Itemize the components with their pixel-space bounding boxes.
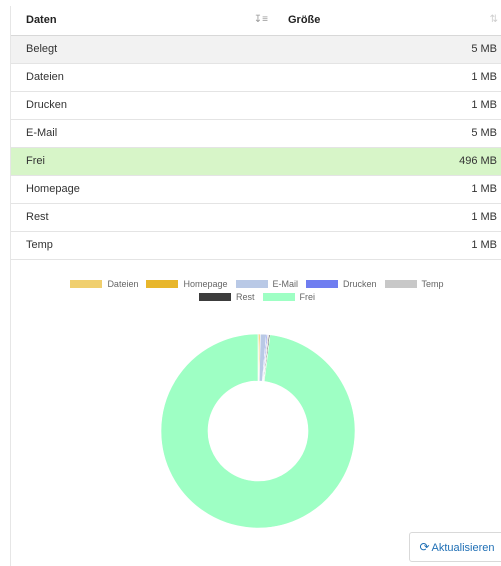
legend-label: Dateien — [107, 279, 139, 289]
row-name: Belegt — [11, 35, 273, 64]
legend-item[interactable]: Temp — [384, 278, 444, 291]
row-size: 1 MB — [273, 175, 501, 204]
legend-label: Homepage — [183, 279, 228, 289]
column-header-name[interactable]: Daten ↧≡ — [11, 6, 273, 36]
legend-label: Rest — [235, 292, 255, 302]
row-name: Temp — [11, 231, 273, 260]
table-row[interactable]: Frei 496 MB — [11, 147, 501, 176]
table-row[interactable]: Belegt 5 MB — [11, 35, 501, 64]
chart-legend: Dateien Homepage E-Mail Drucken Temp Rest Frei — [37, 278, 477, 304]
row-size: 1 MB — [273, 91, 501, 120]
storage-chart: Dateien Homepage E-Mail Drucken Temp Rest Frei — [11, 278, 501, 563]
legend-label: Temp — [421, 279, 444, 289]
legend-item[interactable]: Frei — [262, 291, 316, 304]
row-name: Rest — [11, 203, 273, 232]
legend-swatch — [235, 280, 268, 288]
refresh-button-label: Aktualisieren — [431, 542, 495, 554]
row-name: Drucken — [11, 91, 273, 120]
column-header-name-label: Daten — [26, 14, 57, 27]
table-row[interactable]: Homepage 1 MB — [11, 175, 501, 204]
row-name: Dateien — [11, 63, 273, 92]
sort-icon[interactable]: ⇅ — [490, 14, 498, 25]
legend-item[interactable]: Dateien — [70, 278, 138, 291]
legend-label: Frei — [299, 292, 316, 302]
row-size: 5 MB — [273, 35, 501, 64]
row-name: E-Mail — [11, 119, 273, 148]
donut-slice-frei[interactable] — [161, 333, 355, 529]
row-size: 5 MB — [273, 119, 501, 148]
legend-swatch — [70, 280, 103, 288]
row-name: Frei — [11, 147, 273, 176]
table-row[interactable]: Rest 1 MB — [11, 203, 501, 232]
legend-swatch — [306, 280, 339, 288]
sort-desc-icon[interactable]: ↧≡ — [254, 14, 268, 25]
row-size: 1 MB — [273, 63, 501, 92]
row-size: 1 MB — [273, 231, 501, 260]
row-size: 496 MB — [273, 147, 501, 176]
legend-label: E-Mail — [272, 279, 299, 289]
column-header-size[interactable]: Größe ⇅ — [273, 6, 501, 36]
legend-item[interactable]: Drucken — [306, 278, 377, 291]
legend-swatch — [262, 293, 295, 301]
storage-panel: Daten ↧≡ Größe ⇅ Belegt 5 MB Dateien 1 M… — [10, 6, 501, 566]
table-row[interactable]: Temp 1 MB — [11, 231, 501, 260]
column-header-size-label: Größe — [288, 14, 321, 27]
legend-label: Drucken — [343, 279, 377, 289]
legend-swatch — [384, 280, 417, 288]
row-size: 1 MB — [273, 203, 501, 232]
legend-swatch — [146, 280, 179, 288]
row-name: Homepage — [11, 175, 273, 204]
legend-item[interactable]: E-Mail — [235, 278, 299, 291]
donut-chart — [161, 333, 355, 529]
legend-item[interactable]: Homepage — [146, 278, 228, 291]
legend-swatch — [198, 293, 231, 301]
table-row[interactable]: Dateien 1 MB — [11, 63, 501, 92]
table-row[interactable]: Drucken 1 MB — [11, 91, 501, 120]
legend-item[interactable]: Rest — [198, 291, 255, 304]
table-header-row: Daten ↧≡ Größe ⇅ — [11, 6, 501, 36]
refresh-button[interactable]: ⟳ Aktualisieren — [409, 532, 501, 562]
table-row[interactable]: E-Mail 5 MB — [11, 119, 501, 148]
storage-table: Daten ↧≡ Größe ⇅ Belegt 5 MB Dateien 1 M… — [11, 6, 501, 260]
refresh-icon: ⟳ — [419, 540, 430, 554]
